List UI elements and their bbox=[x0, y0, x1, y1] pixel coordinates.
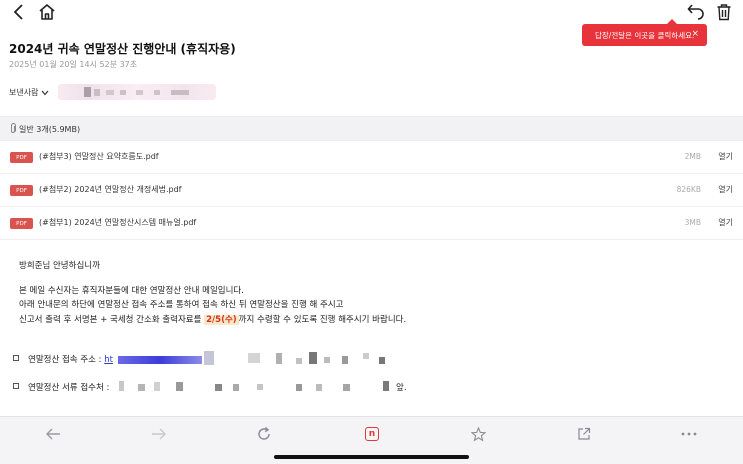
tooltip-text: 답장/전달은 이곳을 클릭하세요. bbox=[595, 30, 695, 40]
bullet-square-icon bbox=[13, 383, 19, 389]
bullet-square-icon bbox=[13, 355, 19, 361]
top-toolbar bbox=[0, 0, 743, 24]
body-line-deadline: 신고서 출력 후 서명본 + 국세청 간소화 출력자료를 2/5(수) 까지 수령… bbox=[19, 313, 406, 325]
attachments-summary: 일반 3개(5.9MB) bbox=[19, 125, 81, 134]
attachment-row[interactable]: PDF (#첨부1) 2024년 연말정산시스템 매뉴얼.pdf 3MB 열기 bbox=[0, 207, 743, 240]
share-icon[interactable] bbox=[573, 425, 595, 443]
attachments-header[interactable]: 일반 3개(5.9MB) bbox=[0, 116, 743, 141]
document-receiver-line: 연말정산 서류 접수처 : bbox=[28, 381, 109, 393]
pdf-icon: PDF bbox=[10, 152, 33, 163]
mail-title: 2024년 귀속 연말정산 진행안내 (휴직자용) bbox=[9, 42, 236, 56]
attachment-size: 826KB bbox=[676, 185, 701, 194]
access-address-line: 연말정산 접속 주소 : ht bbox=[28, 353, 113, 365]
chevron-left-icon[interactable] bbox=[8, 1, 30, 23]
body-text-segment: 까지 수령할 수 있도록 진행 해주시기 바랍니다. bbox=[238, 315, 407, 325]
tooltip-close-button[interactable]: × bbox=[691, 29, 699, 39]
body-text-segment: 신고서 출력 후 서명본 + 국세청 간소화 출력자료를 bbox=[19, 315, 205, 325]
sender-toggle[interactable]: 보낸사람 bbox=[9, 87, 49, 98]
chevron-down-icon bbox=[41, 90, 49, 95]
pdf-icon: PDF bbox=[10, 185, 33, 196]
arrow-right-icon[interactable] bbox=[148, 425, 170, 443]
attachment-open-button[interactable]: 열기 bbox=[718, 184, 733, 195]
attachment-row[interactable]: PDF (#첨부2) 2024년 연말정산 개정세법.pdf 826KB 열기 bbox=[0, 174, 743, 207]
paperclip-icon bbox=[11, 123, 16, 133]
arrow-left-icon[interactable] bbox=[42, 425, 64, 443]
attachment-size: 2MB bbox=[684, 152, 701, 161]
sender-redacted bbox=[58, 84, 216, 100]
body-line: 본 메일 수신자는 휴직자분들에 대한 연말정산 안내 메일입니다. bbox=[19, 286, 244, 296]
star-icon[interactable] bbox=[467, 425, 489, 443]
reply-forward-tooltip: 답장/전달은 이곳을 클릭하세요. × bbox=[582, 19, 707, 46]
pdf-icon: PDF bbox=[10, 218, 33, 229]
more-icon[interactable] bbox=[678, 425, 700, 443]
attachment-name[interactable]: (#첨부1) 2024년 연말정산시스템 매뉴얼.pdf bbox=[39, 217, 196, 228]
document-receiver-label: 연말정산 서류 접수처 : bbox=[28, 383, 110, 393]
body-greeting: 방희준님 안녕하십니까 bbox=[19, 261, 100, 271]
access-address-label: 연말정산 접속 주소 : bbox=[28, 355, 102, 365]
naver-icon[interactable]: n bbox=[361, 425, 383, 443]
sender-label: 보낸사람 bbox=[9, 88, 39, 97]
attachment-open-button[interactable]: 열기 bbox=[718, 151, 733, 162]
home-indicator[interactable] bbox=[274, 455, 469, 459]
naver-letter: n bbox=[365, 427, 379, 441]
home-icon[interactable] bbox=[36, 1, 58, 23]
body-line: 아래 안내문의 하단에 연말정산 접속 주소를 통하여 접속 하신 뒤 연말정산… bbox=[19, 300, 344, 310]
attachment-name[interactable]: (#첨부2) 2024년 연말정산 개정세법.pdf bbox=[39, 184, 182, 195]
attachment-size: 3MB bbox=[684, 218, 701, 227]
trash-icon[interactable] bbox=[713, 1, 735, 23]
attachment-name[interactable]: (#첨부3) 연말정산 요약흐름도.pdf bbox=[39, 151, 159, 162]
document-receiver-suffix: 앞. bbox=[396, 383, 407, 393]
attachment-open-button[interactable]: 열기 bbox=[718, 217, 733, 228]
refresh-icon[interactable] bbox=[253, 425, 275, 443]
access-address-link[interactable]: ht bbox=[104, 355, 113, 365]
attachment-row[interactable]: PDF (#첨부3) 연말정산 요약흐름도.pdf 2MB 열기 bbox=[0, 141, 743, 174]
mail-date: 2025년 01월 20일 14시 52분 37초 bbox=[9, 60, 138, 69]
deadline-highlight: 2/5(수) bbox=[204, 315, 239, 325]
undo-icon[interactable] bbox=[685, 1, 707, 23]
